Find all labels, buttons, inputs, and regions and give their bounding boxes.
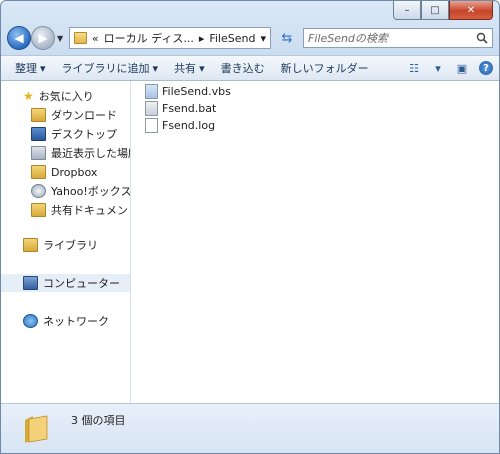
nav-item-dropbox[interactable]: Dropbox [31, 163, 97, 181]
toolbar-right: ☷ ▾ ▣ ? [407, 61, 493, 75]
library-icon [23, 238, 38, 252]
address-bar[interactable]: « ローカル ディス... ▸ FileSend ▾ [69, 27, 271, 49]
details-pane: 3 個の項目 [1, 403, 499, 453]
nav-libraries[interactable]: ライブラリ [23, 236, 98, 254]
navigation-pane: ★ お気に入り ダウンロード デスクトップ 最近表示した場所 Dropbox Y… [1, 81, 131, 403]
computer-icon [23, 276, 38, 290]
yahoo-box-icon [31, 184, 46, 198]
nav-network[interactable]: ネットワーク [23, 312, 109, 330]
minimize-button[interactable]: – [393, 1, 421, 20]
network-icon [23, 314, 38, 328]
burn-button[interactable]: 書き込む [213, 57, 273, 79]
breadcrumb-chevrons[interactable]: « [92, 32, 99, 45]
nav-item-label: Yahoo!ボックス [51, 185, 131, 198]
nav-item-desktop[interactable]: デスクトップ [31, 125, 117, 143]
refresh-icon[interactable]: ⇆ [277, 28, 297, 48]
folder-icon [25, 415, 48, 443]
nav-libraries-label: ライブラリ [43, 239, 98, 252]
shared-docs-icon [31, 203, 46, 217]
file-name: FileSend.vbs [162, 85, 231, 98]
close-button[interactable]: ✕ [449, 1, 493, 20]
nav-item-label: デスクトップ [51, 128, 117, 141]
caption-buttons: – □ ✕ [393, 1, 493, 20]
view-options-icon[interactable]: ☷ [407, 61, 421, 75]
burn-label: 書き込む [220, 62, 265, 75]
new-folder-label: 新しいフォルダー [280, 62, 369, 75]
navigation-row: ◀ ▶ ▼ « ローカル ディス... ▸ FileSend ▾ ⇆ FileS… [7, 25, 493, 51]
recent-places-icon [31, 146, 46, 160]
breadcrumb-separator[interactable]: ▸ [199, 32, 205, 45]
nav-network-label: ネットワーク [43, 315, 109, 328]
nav-item-downloads[interactable]: ダウンロード [31, 106, 117, 124]
share-button[interactable]: 共有 ▾ [166, 57, 213, 79]
file-name: Fsend.bat [162, 102, 217, 115]
download-folder-icon [31, 108, 46, 122]
list-item[interactable]: Fsend.bat [145, 100, 231, 117]
share-label: 共有 [174, 62, 197, 75]
text-file-icon [145, 118, 158, 133]
add-to-library-button[interactable]: ライブラリに追加 ▾ [54, 57, 167, 79]
dropbox-folder-icon [31, 165, 46, 179]
organize-label: 整理 [15, 62, 37, 75]
nav-item-yahoo-box[interactable]: Yahoo!ボックス [31, 182, 131, 200]
command-bar: 整理 ▾ ライブラリに追加 ▾ 共有 ▾ 書き込む 新しいフォルダー ☷ ▾ ▣ ? [1, 55, 499, 81]
nav-item-shared-docs[interactable]: 共有ドキュメント ( [31, 201, 131, 219]
nav-favorites-label: お気に入り [38, 90, 94, 103]
vbs-script-icon [145, 84, 158, 99]
folder-icon [74, 32, 87, 44]
preview-pane-icon[interactable]: ▣ [455, 61, 469, 75]
search-input[interactable]: FileSendの検索 [308, 30, 476, 46]
back-button[interactable]: ◀ [7, 26, 31, 50]
file-name: Fsend.log [162, 119, 216, 132]
explorer-window: – □ ✕ ◀ ▶ ▼ « ローカル ディス... ▸ FileSend ▾ ⇆… [0, 0, 500, 454]
nav-computer-label: コンピューター [43, 277, 120, 290]
nav-item-label: 共有ドキュメント ( [51, 204, 131, 217]
list-item[interactable]: Fsend.log [145, 117, 231, 134]
recent-pages-dropdown[interactable]: ▼ [57, 34, 63, 43]
list-item[interactable]: FileSend.vbs [145, 83, 231, 100]
item-count: 3 個の項目 [71, 414, 126, 427]
nav-item-label: ダウンロード [51, 109, 117, 122]
batch-file-icon [145, 101, 158, 116]
nav-favorites[interactable]: ★ お気に入り [23, 87, 94, 105]
forward-button[interactable]: ▶ [31, 26, 55, 50]
star-icon: ★ [23, 89, 34, 103]
chevron-down-icon: ▾ [40, 61, 46, 75]
maximize-button[interactable]: □ [421, 1, 449, 20]
nav-item-recent-places[interactable]: 最近表示した場所 [31, 144, 131, 162]
file-list: FileSend.vbs Fsend.bat Fsend.log [145, 83, 231, 134]
search-box[interactable]: FileSendの検索 [303, 28, 493, 48]
help-icon[interactable]: ? [479, 61, 493, 75]
chevron-down-icon: ▾ [152, 61, 159, 75]
view-dropdown-icon[interactable]: ▾ [431, 61, 445, 75]
nav-item-label: Dropbox [51, 165, 98, 179]
desktop-icon [31, 127, 46, 141]
search-icon[interactable] [476, 32, 488, 44]
new-folder-button[interactable]: 新しいフォルダー [273, 57, 377, 79]
chevron-down-icon: ▾ [199, 61, 205, 75]
organize-button[interactable]: 整理 ▾ [7, 57, 54, 79]
explorer-body: ★ お気に入り ダウンロード デスクトップ 最近表示した場所 Dropbox Y… [1, 81, 499, 403]
address-dropdown[interactable]: ▾ [260, 32, 266, 45]
nav-computer[interactable]: コンピューター [1, 274, 130, 292]
add-to-library-label: ライブラリに追加 [61, 62, 150, 75]
breadcrumb-local-disk[interactable]: ローカル ディス... [104, 30, 194, 46]
nav-item-label: 最近表示した場所 [51, 147, 131, 160]
breadcrumb-filesend[interactable]: FileSend [209, 32, 255, 45]
